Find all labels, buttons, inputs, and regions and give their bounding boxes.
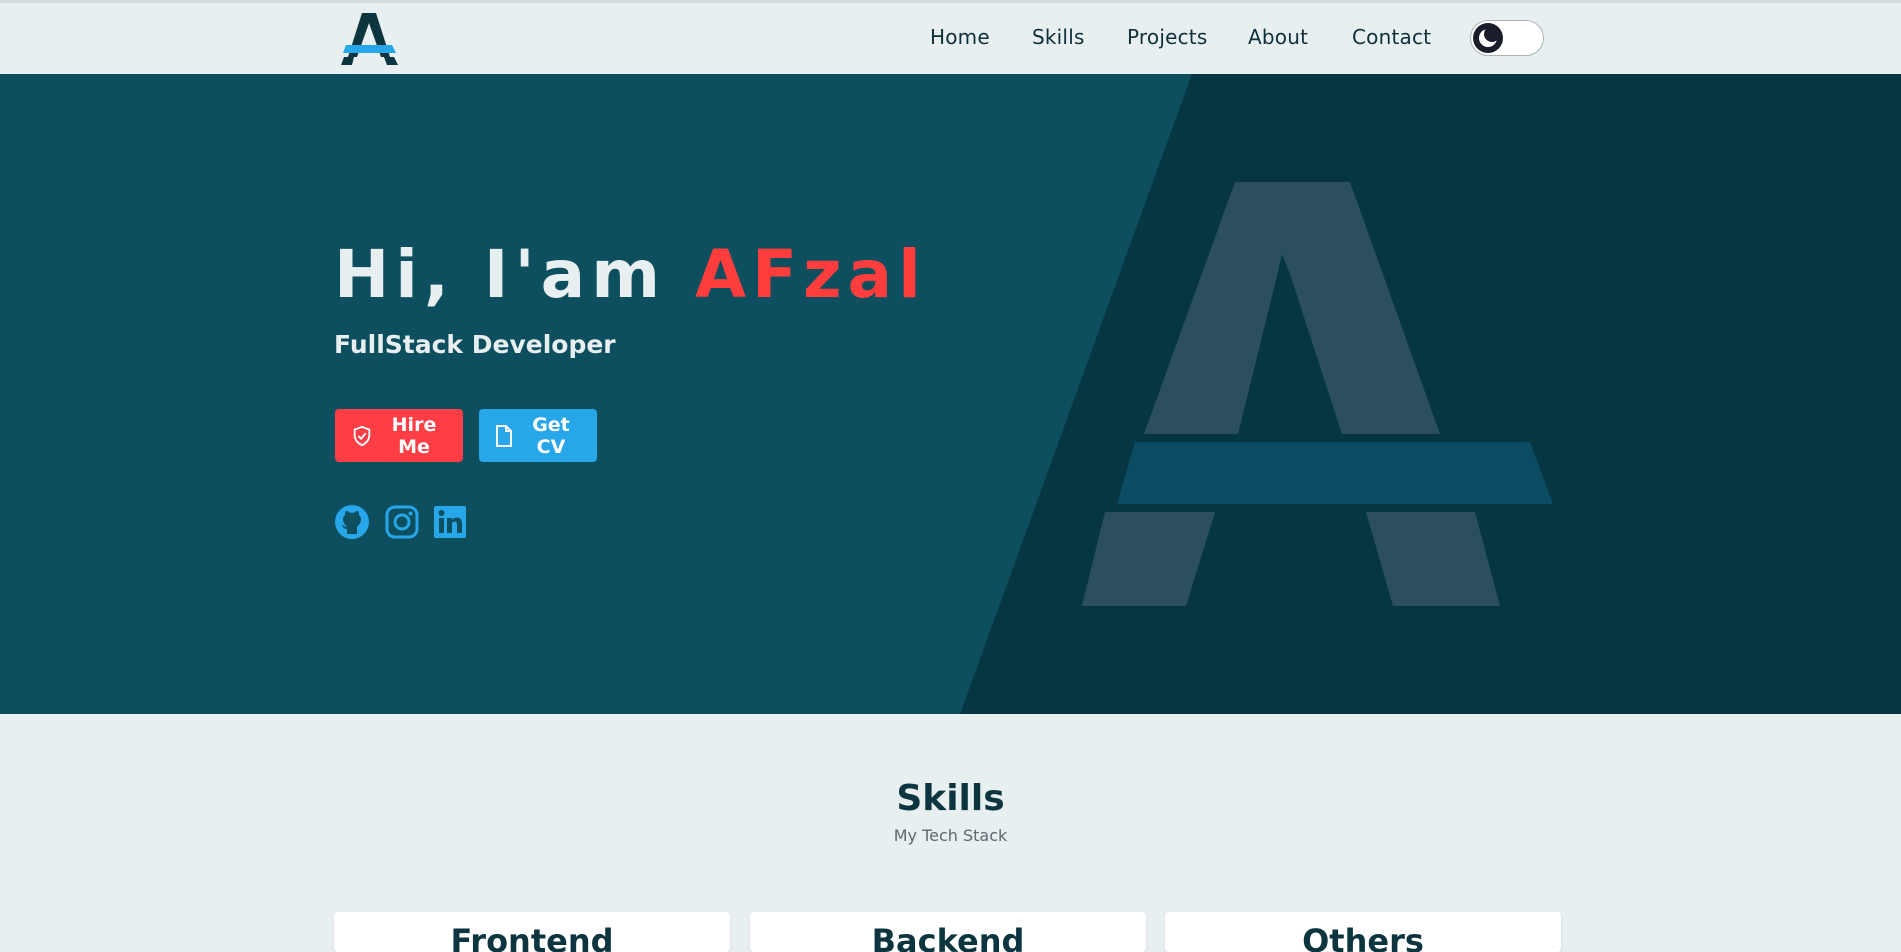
hero-subtitle: FullStack Developer xyxy=(334,330,616,359)
instagram-icon xyxy=(385,505,419,539)
nav-skills[interactable]: Skills xyxy=(1032,25,1085,49)
shield-check-icon xyxy=(353,425,371,446)
moon-icon xyxy=(1479,26,1500,47)
skill-card-title: Backend xyxy=(871,922,1025,952)
nav-links: Home Skills Projects About Contact xyxy=(0,3,1901,74)
instagram-link[interactable] xyxy=(384,504,420,540)
hire-me-label: Hire Me xyxy=(391,413,437,458)
skills-subtitle: My Tech Stack xyxy=(893,826,1008,845)
nav-contact[interactable]: Contact xyxy=(1352,25,1431,49)
nav-home[interactable]: Home xyxy=(930,25,990,49)
skills-title: Skills xyxy=(896,778,1005,819)
navbar: Home Skills Projects About Contact xyxy=(0,3,1901,74)
file-icon xyxy=(496,424,512,447)
hero-title-prefix: Hi, I'am xyxy=(334,236,695,313)
skill-card-others: Others xyxy=(1165,912,1561,952)
skill-card-title: Others xyxy=(1302,922,1424,952)
hero-title: Hi, I'am AFzal xyxy=(334,236,927,313)
toggle-knob xyxy=(1473,23,1503,53)
nav-about[interactable]: About xyxy=(1248,25,1308,49)
skill-card-backend: Backend xyxy=(750,912,1146,952)
theme-toggle[interactable] xyxy=(1470,20,1544,56)
nav-projects[interactable]: Projects xyxy=(1127,25,1207,49)
big-a-crossbar xyxy=(1117,442,1553,504)
hero-title-name: AFzal xyxy=(694,236,927,313)
hero-background xyxy=(960,74,1901,714)
hire-me-button[interactable]: Hire Me xyxy=(335,409,463,462)
hero-section: Hi, I'am AFzal FullStack Developer Hire … xyxy=(0,74,1901,714)
linkedin-icon xyxy=(434,506,466,538)
get-cv-label: Get CV xyxy=(532,413,570,458)
github-icon xyxy=(335,505,369,539)
linkedin-link[interactable] xyxy=(432,504,468,540)
get-cv-button[interactable]: Get CV xyxy=(479,409,597,462)
skill-card-frontend: Frontend xyxy=(334,912,730,952)
skill-card-title: Frontend xyxy=(450,922,614,952)
github-link[interactable] xyxy=(334,504,370,540)
